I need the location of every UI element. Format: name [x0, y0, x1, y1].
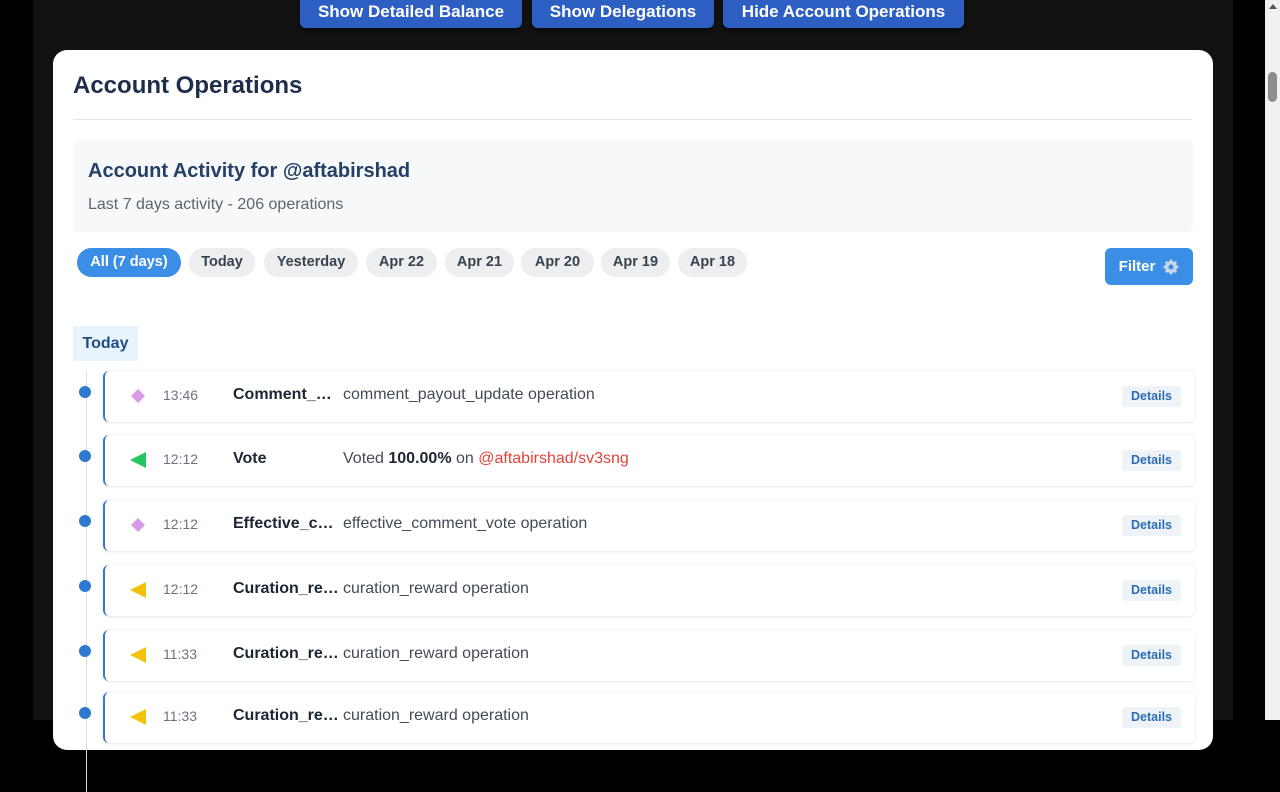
timeline-dot — [79, 645, 91, 657]
top-button-bar: Show Detailed Balance Show Delegations H… — [0, 0, 1280, 32]
operation-time: 11:33 — [163, 708, 197, 724]
reward-triangle-icon — [130, 709, 146, 725]
operation-type: Comment_payout_update — [233, 386, 340, 403]
vote-prefix: Voted — [343, 450, 389, 467]
operation-time: 12:12 — [163, 516, 199, 532]
operation-description: curation_reward operation — [343, 580, 529, 597]
details-button[interactable]: Details — [1122, 515, 1181, 536]
details-button[interactable]: Details — [1122, 450, 1181, 471]
timeline-dot — [79, 515, 91, 527]
operation-type: Curation_reward — [233, 580, 340, 597]
tab-today[interactable]: Today — [189, 248, 255, 277]
timeline-dot — [79, 580, 91, 592]
operation-row: 13:46 Comment_payout_update comment_payo… — [79, 371, 1195, 422]
reward-triangle-icon — [130, 647, 146, 663]
details-button[interactable]: Details — [1122, 386, 1181, 407]
scroll-up-arrow-icon[interactable] — [1269, 4, 1277, 9]
tab-apr-22[interactable]: Apr 22 — [366, 248, 437, 277]
operation-row: 11:33 Curation_reward curation_reward op… — [79, 630, 1195, 681]
diamond-icon — [131, 389, 145, 403]
vote-post-link[interactable]: @aftabirshad/sv3sng — [478, 450, 629, 467]
timeline-dot — [79, 707, 91, 719]
activity-summary: Account Activity for @aftabirshad Last 7… — [73, 140, 1193, 232]
operation-time: 12:12 — [163, 581, 199, 597]
operation-type: Effective_comment_vote — [233, 515, 340, 532]
tab-apr-21[interactable]: Apr 21 — [445, 248, 514, 277]
vote-mid: on — [451, 450, 479, 467]
day-group-label: Today — [73, 326, 138, 361]
operation-row: 12:12 Effective_comment_vote effective_c… — [79, 500, 1195, 551]
show-delegations-button[interactable]: Show Delegations — [532, 0, 714, 28]
operation-row: 11:33 Curation_reward curation_reward op… — [79, 692, 1195, 743]
timeline-dot — [79, 450, 91, 462]
reward-triangle-icon — [130, 582, 146, 598]
account-operations-panel: Account Operations Account Activity for … — [53, 50, 1213, 792]
details-button[interactable]: Details — [1122, 707, 1181, 728]
operation-type: Vote — [233, 450, 267, 467]
tab-all-7-days[interactable]: All (7 days) — [77, 248, 181, 277]
tab-apr-18[interactable]: Apr 18 — [678, 248, 747, 277]
operation-type: Curation_reward — [233, 645, 340, 662]
tab-yesterday[interactable]: Yesterday — [264, 248, 358, 277]
details-button[interactable]: Details — [1122, 580, 1181, 601]
details-button[interactable]: Details — [1122, 645, 1181, 666]
operation-type: Curation_reward — [233, 707, 340, 724]
tab-apr-19[interactable]: Apr 19 — [601, 248, 670, 277]
diamond-icon — [131, 518, 145, 532]
operation-description: curation_reward operation — [343, 707, 529, 724]
gear-icon — [1163, 259, 1179, 274]
operation-time: 13:46 — [163, 387, 199, 403]
activity-title: Account Activity for @aftabirshad — [88, 160, 411, 182]
operation-time: 12:12 — [163, 451, 199, 467]
operation-description: Voted 100.00% on @aftabirshad/sv3sng — [343, 450, 629, 468]
tab-apr-20[interactable]: Apr 20 — [521, 248, 594, 277]
operation-description: effective_comment_vote operation — [343, 515, 588, 532]
vote-triangle-icon — [130, 452, 146, 468]
filter-label: Filter — [1118, 258, 1156, 275]
show-detailed-balance-button[interactable]: Show Detailed Balance — [300, 0, 522, 28]
scrollbar-thumb[interactable] — [1268, 72, 1277, 102]
operation-row: 12:12 Curation_reward curation_reward op… — [79, 565, 1195, 616]
vertical-scrollbar[interactable] — [1265, 0, 1280, 720]
vote-weight: 100.00% — [388, 450, 452, 467]
operation-time: 11:33 — [163, 646, 197, 662]
panel-title: Account Operations — [73, 72, 303, 99]
activity-subtitle: Last 7 days activity - 206 operations — [88, 196, 344, 213]
operation-description: curation_reward operation — [343, 645, 529, 662]
operation-description: comment_payout_update operation — [343, 386, 595, 403]
divider — [73, 119, 1192, 120]
timeline-dot — [79, 386, 91, 398]
filter-button[interactable]: Filter — [1105, 248, 1193, 285]
operation-row: 12:12 Vote Voted 100.00% on @aftabirshad… — [79, 435, 1195, 486]
hide-account-operations-button[interactable]: Hide Account Operations — [723, 0, 964, 28]
